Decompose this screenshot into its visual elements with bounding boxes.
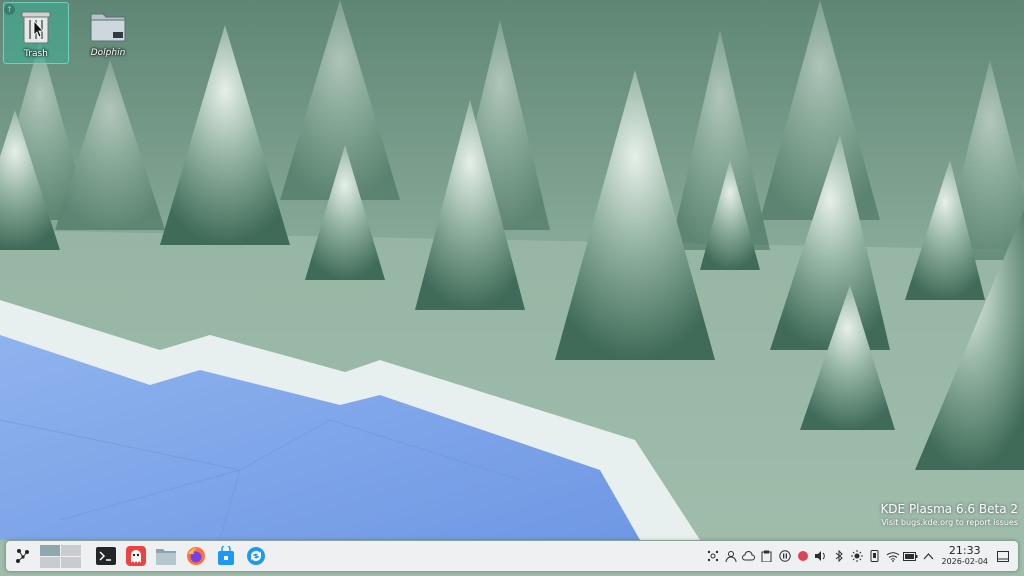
pager-desktop-3[interactable] bbox=[40, 556, 60, 568]
volume-icon[interactable] bbox=[812, 547, 830, 565]
chevron-up-icon[interactable] bbox=[920, 547, 938, 565]
pause-icon[interactable] bbox=[776, 547, 794, 565]
pager-desktop-4[interactable] bbox=[61, 556, 81, 568]
phone-icon[interactable] bbox=[866, 547, 884, 565]
task-updater[interactable] bbox=[243, 543, 269, 569]
battery-icon[interactable] bbox=[902, 547, 920, 565]
show-desktop-icon bbox=[997, 550, 1009, 562]
wifi-icon[interactable] bbox=[884, 547, 902, 565]
record-icon[interactable] bbox=[794, 547, 812, 565]
kde-launcher-icon bbox=[16, 549, 29, 563]
clock-time: 21:33 bbox=[948, 544, 981, 557]
pager-desktop-1[interactable] bbox=[40, 544, 60, 556]
clipboard-icon[interactable] bbox=[758, 547, 776, 565]
desktop-icon-trash[interactable]: Trash bbox=[3, 2, 69, 64]
wallpaper bbox=[0, 0, 1024, 576]
watermark-title: KDE Plasma 6.6 Beta 2 bbox=[880, 502, 1018, 516]
sync-icon bbox=[247, 547, 265, 565]
pager-desktop-2[interactable] bbox=[61, 544, 81, 556]
show-desktop-button[interactable] bbox=[994, 547, 1012, 565]
trash-icon bbox=[17, 9, 55, 45]
clock-date: 2026-02-04 bbox=[941, 557, 989, 566]
desktop-icon-label: Trash bbox=[24, 49, 48, 59]
desktop-icon-label: Dolphin bbox=[90, 48, 126, 58]
ghost-icon bbox=[126, 546, 146, 566]
store-bag-icon bbox=[218, 546, 234, 565]
folder-icon bbox=[89, 8, 127, 44]
desktop-icon-dolphin[interactable]: Dolphin bbox=[75, 2, 141, 64]
task-ghost-app[interactable] bbox=[123, 543, 149, 569]
brightness-icon[interactable] bbox=[848, 547, 866, 565]
plasma-version-watermark: KDE Plasma 6.6 Beta 2 Visit bugs.kde.org… bbox=[880, 502, 1018, 527]
folder-icon bbox=[156, 549, 176, 565]
cloud-icon[interactable] bbox=[740, 547, 758, 565]
network-share-icon[interactable] bbox=[704, 547, 722, 565]
application-launcher-button[interactable] bbox=[10, 543, 36, 569]
virtual-desktop-pager[interactable] bbox=[40, 544, 81, 568]
task-firefox[interactable] bbox=[183, 543, 209, 569]
task-discover[interactable] bbox=[213, 543, 239, 569]
user-icon[interactable] bbox=[722, 547, 740, 565]
firefox-icon bbox=[187, 547, 205, 565]
taskbar: 21:33 2026-02-04 bbox=[6, 541, 1018, 571]
terminal-icon bbox=[96, 547, 116, 565]
digital-clock[interactable]: 21:33 2026-02-04 bbox=[942, 545, 989, 567]
watermark-subtitle: Visit bugs.kde.org to report issues bbox=[881, 518, 1018, 527]
task-terminal[interactable] bbox=[93, 543, 119, 569]
task-file-manager[interactable] bbox=[153, 543, 179, 569]
bluetooth-icon[interactable] bbox=[830, 547, 848, 565]
